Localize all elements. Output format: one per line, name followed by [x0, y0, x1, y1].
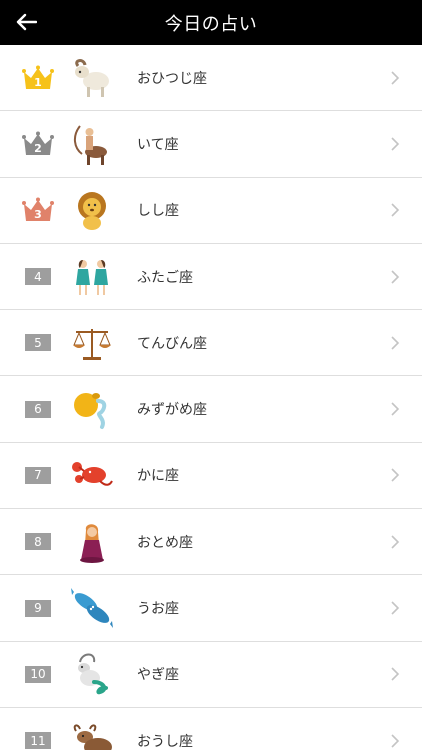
sign-name: おとめ座	[137, 534, 193, 551]
chevron-right-icon	[391, 269, 400, 284]
leo-icon	[78, 192, 106, 231]
silver-crown-icon: 2	[22, 131, 54, 157]
sign-name: うお座	[137, 601, 179, 618]
capricorn-icon	[78, 653, 108, 695]
chevron-right-icon	[391, 137, 400, 151]
rank-indicator: 4	[22, 244, 54, 309]
chevron-right-icon	[391, 402, 400, 416]
sign-name: みずがめ座	[137, 402, 207, 419]
sagittarius-icon	[74, 125, 107, 165]
sign-name: しし座	[137, 203, 179, 220]
ranking-row[interactable]: 10 やぎ座	[0, 642, 422, 708]
ranking-row[interactable]: 4 ふたご座	[0, 244, 422, 311]
ranking-row[interactable]: 11 おうし座	[0, 708, 422, 750]
chevron-right-icon	[391, 336, 400, 350]
rank-badge: 5	[25, 334, 51, 352]
ranking-row[interactable]: 7 かに座	[0, 443, 422, 510]
gemini-icon	[76, 259, 108, 295]
ranking-row[interactable]: 6 みずがめ座	[0, 376, 422, 443]
rank-indicator: 1	[22, 45, 54, 110]
ranking-list: 1 おひつじ座 2 いて座 3 しし座 4 ふたご座 5 てんびん座 6 みずが…	[0, 45, 422, 750]
back-arrow-icon	[16, 13, 37, 31]
ranking-row[interactable]: 9 うお座	[0, 575, 422, 642]
rank-number: 3	[34, 208, 42, 222]
sign-name: やぎ座	[137, 667, 179, 684]
bronze-crown-icon: 3	[22, 197, 54, 223]
sign-name: おひつじ座	[137, 70, 207, 87]
rank-number: 2	[34, 141, 42, 155]
aries-icon	[75, 58, 109, 97]
sign-name: おうし座	[137, 733, 193, 750]
sign-name: かに座	[137, 468, 179, 485]
chevron-right-icon	[391, 468, 400, 482]
sign-name: ふたご座	[137, 269, 193, 286]
rank-indicator: 6	[22, 376, 54, 441]
rank-indicator: 8	[22, 509, 54, 574]
chevron-right-icon	[391, 535, 400, 549]
ranking-row[interactable]: 3 しし座	[0, 178, 422, 244]
rank-badge: 9	[25, 599, 51, 617]
chevron-right-icon	[391, 601, 400, 615]
chevron-right-icon	[391, 71, 400, 85]
rank-indicator: 2	[22, 111, 54, 176]
back-button[interactable]	[8, 4, 44, 40]
chevron-right-icon	[391, 667, 400, 681]
libra-icon	[73, 328, 111, 360]
rank-badge: 7	[25, 466, 51, 484]
ranking-row[interactable]: 8 おとめ座	[0, 509, 422, 576]
page-title: 今日の占い	[164, 13, 258, 35]
rank-badge: 6	[25, 400, 51, 418]
gold-crown-icon: 1	[22, 65, 54, 91]
app-header: 今日の占い	[0, 0, 422, 45]
virgo-icon	[80, 523, 104, 563]
pisces-icon	[71, 588, 113, 629]
sign-name: てんびん座	[137, 335, 207, 352]
rank-indicator: 3	[22, 178, 54, 243]
rank-indicator: 5	[22, 310, 54, 375]
ranking-row[interactable]: 5 てんびん座	[0, 310, 422, 377]
rank-badge: 4	[25, 268, 51, 286]
cancer-icon	[72, 462, 113, 487]
rank-indicator: 7	[22, 443, 54, 508]
taurus-icon	[73, 724, 112, 750]
chevron-right-icon	[391, 734, 400, 748]
ranking-row[interactable]: 1 おひつじ座	[0, 45, 422, 112]
rank-indicator: 11	[22, 708, 54, 750]
chevron-right-icon	[391, 203, 400, 217]
rank-number: 1	[34, 75, 42, 89]
ranking-row[interactable]: 2 いて座	[0, 111, 422, 178]
rank-badge: 8	[25, 533, 51, 551]
rank-badge: 11	[25, 732, 51, 750]
rank-indicator: 9	[22, 575, 54, 640]
sign-name: いて座	[137, 136, 179, 153]
rank-indicator: 10	[22, 642, 54, 707]
aquarius-icon	[74, 393, 107, 430]
rank-badge: 10	[25, 665, 51, 683]
